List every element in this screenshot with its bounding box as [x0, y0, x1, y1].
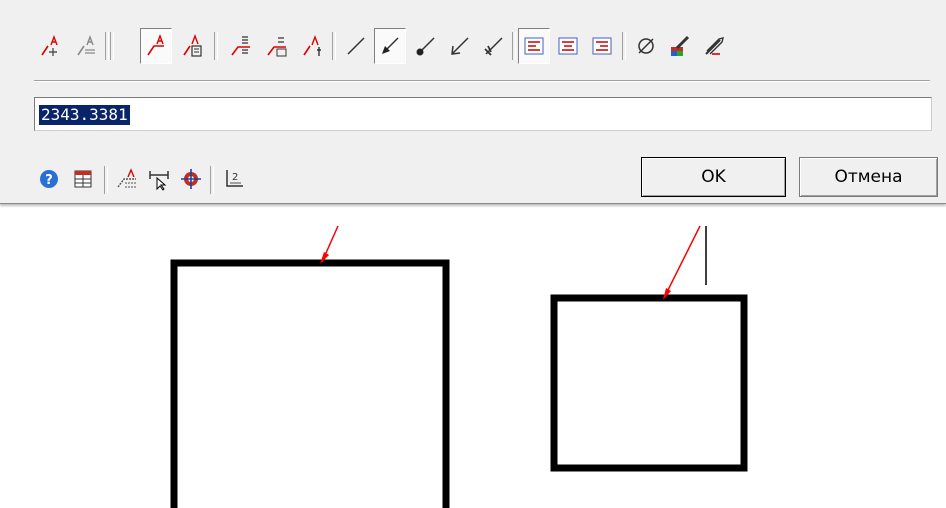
toolbar-separator: [622, 32, 626, 60]
leader-text-icon[interactable]: [140, 28, 172, 64]
text-style-icon[interactable]: [70, 28, 102, 64]
list-number-icon[interactable]: 2: [218, 164, 248, 194]
toolbar-separator: [210, 166, 214, 194]
align-center-icon[interactable]: [552, 28, 584, 64]
toolbar-divider: [34, 80, 930, 82]
align-left-icon[interactable]: [518, 28, 550, 64]
slash-arrow-icon[interactable]: [478, 28, 510, 64]
line-plain-icon[interactable]: [340, 28, 372, 64]
add-text-icon[interactable]: [34, 28, 66, 64]
color-brush-icon[interactable]: [664, 28, 696, 64]
toolbar-separator: [110, 32, 114, 60]
secondary-toolbar: ? 2: [34, 160, 334, 200]
dimension-pick-icon[interactable]: [144, 164, 174, 194]
text-edit-dialog: 2343.3381 ? 2 OK Отмена: [0, 0, 946, 204]
arrow-icon[interactable]: [374, 28, 406, 64]
toolbar-separator: [214, 32, 218, 60]
text-above-icon[interactable]: [224, 28, 256, 64]
cancel-button[interactable]: Отмена: [799, 157, 938, 197]
target-icon[interactable]: [176, 164, 206, 194]
text-value-input[interactable]: 2343.3381: [34, 97, 932, 131]
small-square: [550, 294, 748, 472]
pen-style-icon[interactable]: [698, 28, 730, 64]
dot-end-icon[interactable]: [410, 28, 442, 64]
toolbar-separator: [512, 32, 516, 60]
help-icon[interactable]: ?: [34, 164, 64, 194]
diameter-icon[interactable]: [630, 28, 662, 64]
formatting-toolbar: [34, 28, 934, 64]
toolbar-separator: [104, 166, 108, 194]
svg-text:?: ?: [45, 173, 53, 188]
leader-line-right: [663, 225, 701, 299]
underline-text-icon[interactable]: [112, 164, 142, 194]
large-square: [170, 259, 450, 508]
align-right-icon[interactable]: [586, 28, 618, 64]
ok-button[interactable]: OK: [641, 157, 786, 197]
text-box-above-icon[interactable]: [260, 28, 292, 64]
toolbar-separator: [105, 32, 109, 60]
open-arrow-icon[interactable]: [444, 28, 476, 64]
svg-text:2: 2: [232, 172, 238, 183]
toolbar-separator: [332, 32, 336, 60]
leader-text-box-icon[interactable]: [176, 28, 208, 64]
selected-text: 2343.3381: [39, 105, 130, 125]
table-icon[interactable]: [68, 164, 98, 194]
text-right-icon[interactable]: [296, 28, 328, 64]
